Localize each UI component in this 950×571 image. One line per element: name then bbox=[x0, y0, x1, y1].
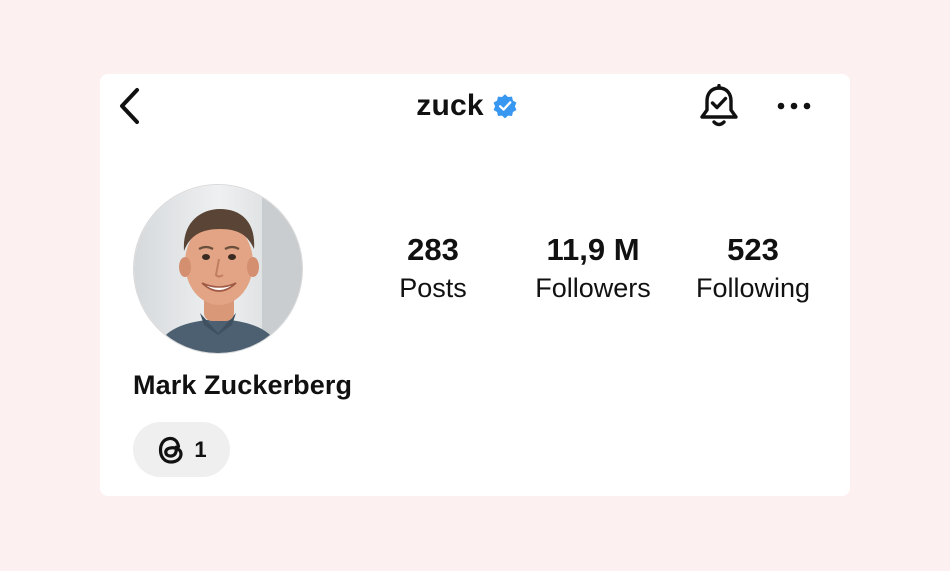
profile-card: zuck 283 Posts 11,9 M Followers 523 Foll… bbox=[100, 74, 850, 496]
avatar[interactable] bbox=[133, 184, 303, 354]
stat-label: Following bbox=[695, 273, 811, 303]
threads-badge-button[interactable]: 1 bbox=[133, 422, 230, 477]
notifications-button[interactable] bbox=[696, 84, 742, 130]
avatar-photo bbox=[134, 185, 302, 353]
bell-check-icon bbox=[700, 84, 738, 127]
profile-stats: 283 Posts 11,9 M Followers 523 Following bbox=[370, 230, 830, 310]
full-name: Mark Zuckerberg bbox=[133, 370, 353, 400]
threads-icon bbox=[159, 436, 183, 464]
threads-count: 1 bbox=[194, 436, 207, 462]
stat-label: Posts bbox=[399, 273, 467, 303]
stat-followers[interactable]: 11,9 M Followers bbox=[513, 230, 673, 306]
stat-posts[interactable]: 283 Posts bbox=[353, 230, 513, 306]
stat-label: Followers bbox=[535, 273, 651, 303]
stat-following[interactable]: 523 Following bbox=[673, 230, 833, 306]
stat-value: 523 bbox=[727, 232, 779, 267]
more-horizontal-icon bbox=[777, 102, 811, 110]
more-options-button[interactable] bbox=[774, 88, 814, 124]
verified-badge-icon bbox=[493, 94, 517, 119]
username-title: zuck bbox=[416, 89, 484, 122]
stat-value: 283 bbox=[407, 232, 459, 267]
stat-value: 11,9 M bbox=[546, 232, 640, 267]
